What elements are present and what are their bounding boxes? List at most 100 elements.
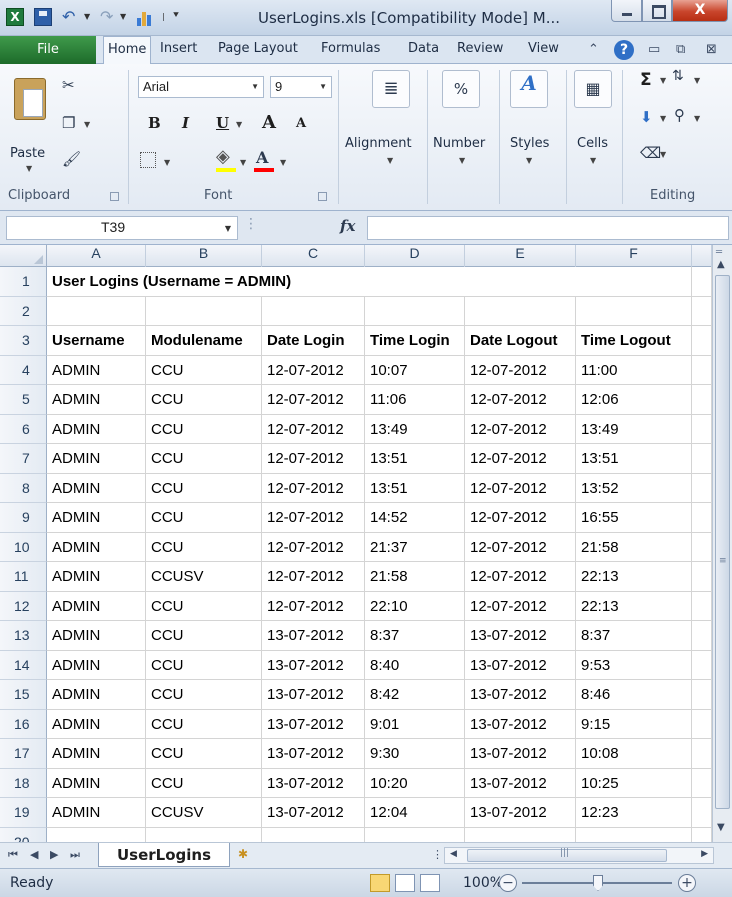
column-header-c[interactable]: C: [262, 245, 365, 267]
cell-d13[interactable]: 8:37: [365, 621, 465, 651]
autosum-icon[interactable]: Σ: [640, 70, 652, 90]
row-header[interactable]: 18: [0, 768, 47, 798]
cell-a1[interactable]: User Logins (Username = ADMIN): [47, 267, 291, 297]
cell-e15[interactable]: 13-07-2012: [465, 680, 576, 710]
cell-e18[interactable]: 13-07-2012: [465, 768, 576, 798]
cell-c14[interactable]: 13-07-2012: [262, 650, 365, 680]
cell-d20[interactable]: [365, 827, 465, 842]
row-header[interactable]: 16: [0, 709, 47, 739]
cell-c19[interactable]: 13-07-2012: [262, 798, 365, 828]
row-header[interactable]: 14: [0, 650, 47, 680]
cell-partial[interactable]: [692, 709, 712, 739]
row-header[interactable]: 20: [0, 827, 47, 842]
split-box-icon[interactable]: ═: [716, 247, 722, 258]
prev-sheet-icon[interactable]: ◀: [30, 848, 38, 861]
cell-partial[interactable]: [692, 798, 712, 828]
cell-b5[interactable]: CCU: [146, 385, 262, 415]
cell-c10[interactable]: 12-07-2012: [262, 532, 365, 562]
styles-icon[interactable]: A: [510, 70, 548, 108]
cell-e13[interactable]: 13-07-2012: [465, 621, 576, 651]
cell-f9[interactable]: 16:55: [576, 503, 692, 533]
cell-e7[interactable]: 12-07-2012: [465, 444, 576, 474]
cell-partial[interactable]: [692, 326, 712, 356]
cell-a18[interactable]: ADMIN: [47, 768, 146, 798]
cell-e12[interactable]: 12-07-2012: [465, 591, 576, 621]
workbook-close-icon[interactable]: ⊠: [706, 42, 717, 57]
fill-color-dropdown-icon[interactable]: ▼: [240, 158, 246, 167]
cell-a9[interactable]: ADMIN: [47, 503, 146, 533]
cell-a6[interactable]: ADMIN: [47, 414, 146, 444]
cell-f16[interactable]: 9:15: [576, 709, 692, 739]
customize-qat-icon[interactable]: ⯆: [172, 10, 180, 21]
zoom-out-button[interactable]: −: [499, 874, 517, 892]
cell-e9[interactable]: 12-07-2012: [465, 503, 576, 533]
row-header[interactable]: 3: [0, 326, 47, 356]
help-icon[interactable]: ?: [614, 40, 634, 60]
fill-dropdown-icon[interactable]: ▼: [660, 114, 666, 123]
row-header[interactable]: 11: [0, 562, 47, 592]
font-color-icon[interactable]: A: [256, 148, 268, 167]
cell-partial[interactable]: [692, 680, 712, 710]
cell-f12[interactable]: 22:13: [576, 591, 692, 621]
maximize-button[interactable]: [642, 0, 672, 22]
cell-partial[interactable]: [692, 621, 712, 651]
cell-d9[interactable]: 14:52: [365, 503, 465, 533]
cell-a8[interactable]: ADMIN: [47, 473, 146, 503]
cell-a20[interactable]: [47, 827, 146, 842]
cell-c16[interactable]: 13-07-2012: [262, 709, 365, 739]
cell-f20[interactable]: [576, 827, 692, 842]
cell-a3[interactable]: Username: [47, 326, 146, 356]
row-header[interactable]: 15: [0, 680, 47, 710]
cell-e19[interactable]: 13-07-2012: [465, 798, 576, 828]
cell-c6[interactable]: 12-07-2012: [262, 414, 365, 444]
cell-partial[interactable]: [692, 444, 712, 474]
cell-f4[interactable]: 11:00: [576, 355, 692, 385]
borders-dropdown-icon[interactable]: ▼: [164, 158, 170, 167]
cell-f15[interactable]: 8:46: [576, 680, 692, 710]
cell-a17[interactable]: ADMIN: [47, 739, 146, 769]
undo-dropdown-arrow-icon[interactable]: ▼: [84, 12, 90, 21]
cell-e10[interactable]: 12-07-2012: [465, 532, 576, 562]
cell-d7[interactable]: 13:51: [365, 444, 465, 474]
paste-dropdown-icon[interactable]: ▼: [26, 164, 32, 173]
row-header[interactable]: 7: [0, 444, 47, 474]
alignment-button[interactable]: Alignment: [345, 136, 412, 151]
cell-b10[interactable]: CCU: [146, 532, 262, 562]
cell-d5[interactable]: 11:06: [365, 385, 465, 415]
normal-view-button[interactable]: [370, 874, 390, 892]
cell-d19[interactable]: 12:04: [365, 798, 465, 828]
cell-f5[interactable]: 12:06: [576, 385, 692, 415]
sort-filter-dropdown-icon[interactable]: ▼: [694, 76, 700, 85]
cell-partial[interactable]: [692, 385, 712, 415]
cell-a12[interactable]: ADMIN: [47, 591, 146, 621]
vertical-scrollbar[interactable]: ═ ▲ ≡ ▼: [712, 245, 732, 842]
cell-b16[interactable]: CCU: [146, 709, 262, 739]
cell-f8[interactable]: 13:52: [576, 473, 692, 503]
number-icon[interactable]: %: [442, 70, 480, 108]
next-sheet-icon[interactable]: ▶: [50, 848, 58, 861]
cell-b9[interactable]: CCU: [146, 503, 262, 533]
minimize-button[interactable]: [611, 0, 642, 22]
close-button[interactable]: X: [672, 0, 728, 22]
paste-button[interactable]: Paste: [10, 146, 45, 161]
cell-f2[interactable]: [576, 296, 692, 326]
row-header[interactable]: 1: [0, 267, 47, 297]
cell-f14[interactable]: 9:53: [576, 650, 692, 680]
paste-icon[interactable]: [14, 78, 46, 120]
spreadsheet-grid[interactable]: ABCDEF 1 User Logins (Username = ADMIN) 2 3…: [0, 245, 712, 842]
cell-d16[interactable]: 9:01: [365, 709, 465, 739]
cell-d15[interactable]: 8:42: [365, 680, 465, 710]
cell-b1[interactable]: [146, 267, 262, 297]
row-header[interactable]: 13: [0, 621, 47, 651]
cells-icon[interactable]: ▦: [574, 70, 612, 108]
cell-partial[interactable]: [692, 355, 712, 385]
cell-partial[interactable]: [692, 739, 712, 769]
cell-b18[interactable]: CCU: [146, 768, 262, 798]
save-icon[interactable]: [34, 8, 52, 26]
cell-d4[interactable]: 10:07: [365, 355, 465, 385]
cell-a10[interactable]: ADMIN: [47, 532, 146, 562]
row-header[interactable]: 5: [0, 385, 47, 415]
horizontal-scrollbar[interactable]: ◀ ||| ▶: [444, 847, 714, 864]
autosum-dropdown-icon[interactable]: ▼: [660, 76, 666, 85]
cell-f17[interactable]: 10:08: [576, 739, 692, 769]
